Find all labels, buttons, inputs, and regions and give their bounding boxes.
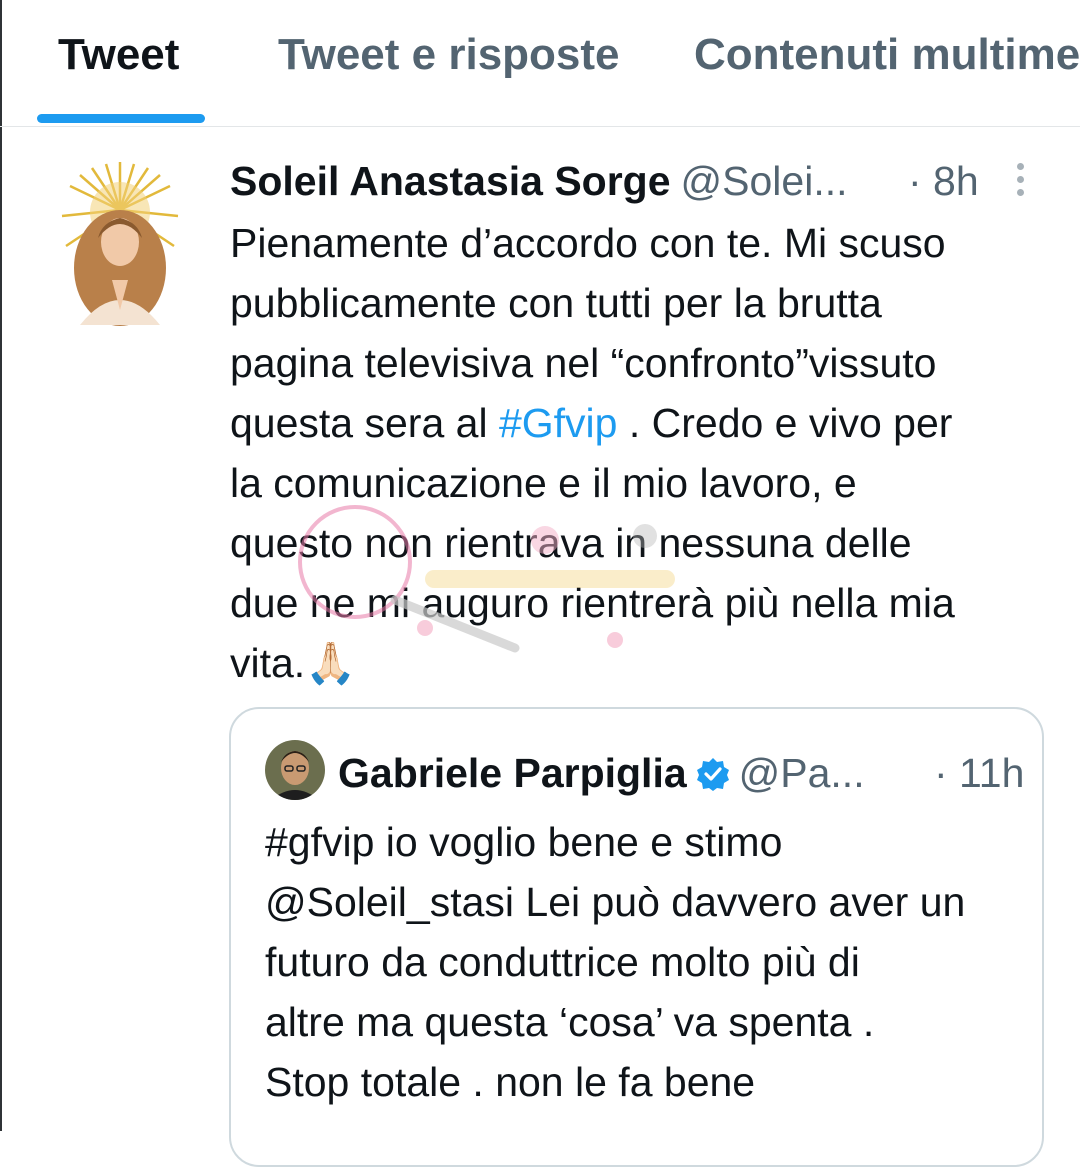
quoted-author-avatar[interactable] [265, 740, 325, 800]
profile-tabs: Tweet Tweet e risposte Contenuti multime… [0, 0, 1080, 127]
more-vertical-icon[interactable] [1010, 160, 1030, 200]
verified-badge-icon [695, 755, 731, 791]
author-avatar[interactable] [58, 160, 182, 330]
active-tab-indicator [37, 114, 205, 123]
quoted-author-name[interactable]: Gabriele Parpiglia [338, 750, 687, 796]
tweet-header: Soleil Anastasia Sorge @Solei... · 8h [230, 158, 1060, 208]
left-border [0, 0, 2, 1131]
hashtag-link[interactable]: #Gfvip [499, 400, 618, 446]
tweet-text: Pienamente d’accordo con te. Mi scuso pu… [230, 213, 1050, 693]
author-handle[interactable]: @Solei... [681, 158, 848, 204]
tab-contenuti-multimedia[interactable]: Contenuti multimedia [694, 30, 1080, 80]
quoted-tweet-text: #gfvip io voglio bene e stimo @Soleil_st… [265, 819, 966, 1105]
author-name[interactable]: Soleil Anastasia Sorge [230, 158, 671, 204]
tweet-time[interactable]: · 8h [908, 158, 979, 205]
quoted-tweet-header: Gabriele Parpiglia @Pa... · 11h [338, 750, 1038, 800]
tab-tweet[interactable]: Tweet [58, 30, 179, 80]
tab-tweet-e-risposte[interactable]: Tweet e risposte [278, 30, 620, 80]
quoted-tweet-time[interactable]: · 11h [934, 750, 1024, 797]
quoted-author-handle[interactable]: @Pa... [739, 750, 865, 796]
